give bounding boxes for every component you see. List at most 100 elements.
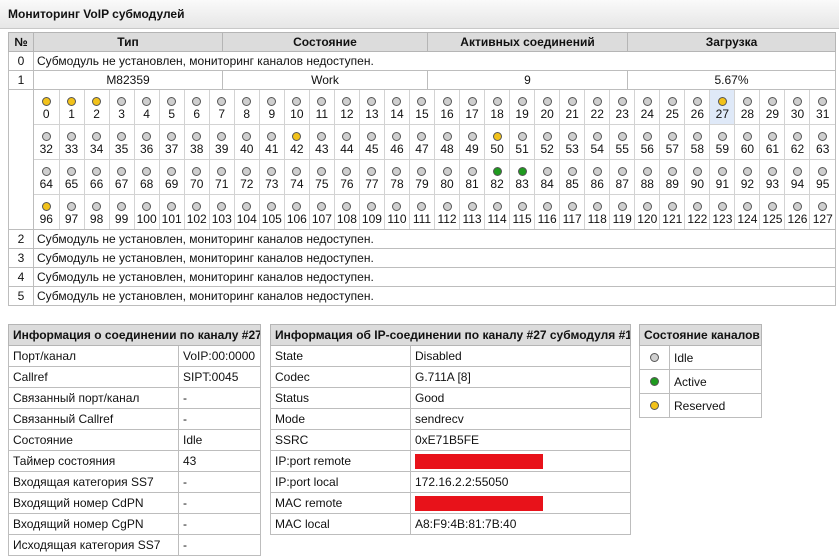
channel-cell[interactable]: 14 [384, 90, 410, 125]
channel-cell[interactable]: 123 [709, 194, 736, 229]
channel-cell[interactable]: 81 [459, 159, 486, 195]
channel-cell[interactable]: 74 [284, 159, 310, 195]
channel-38[interactable]: 38 [185, 129, 209, 156]
channel-59[interactable]: 59 [710, 129, 734, 156]
channel-9[interactable]: 9 [260, 94, 284, 121]
channel-cell[interactable]: 29 [759, 90, 786, 125]
channel-26[interactable]: 26 [685, 94, 709, 121]
channel-63[interactable]: 63 [810, 129, 835, 156]
channel-cell[interactable]: 13 [359, 90, 385, 125]
channel-12[interactable]: 12 [335, 94, 359, 121]
channel-75[interactable]: 75 [310, 164, 334, 191]
channel-cell[interactable]: 76 [334, 159, 360, 195]
channel-89[interactable]: 89 [660, 164, 684, 191]
channel-cell[interactable]: 15 [409, 90, 436, 125]
channel-60[interactable]: 60 [735, 129, 759, 156]
channel-cell[interactable]: 107 [309, 194, 335, 229]
channel-22[interactable]: 22 [585, 94, 609, 121]
channel-cell[interactable]: 92 [734, 159, 761, 195]
channel-90[interactable]: 90 [685, 164, 709, 191]
channel-81[interactable]: 81 [460, 164, 484, 191]
channel-cell[interactable]: 41 [259, 124, 285, 160]
channel-cell[interactable]: 19 [509, 90, 536, 125]
channel-cell[interactable]: 118 [584, 194, 611, 229]
channel-65[interactable]: 65 [60, 164, 84, 191]
channel-cell[interactable]: 77 [359, 159, 385, 195]
channel-24[interactable]: 24 [635, 94, 659, 121]
channel-cell[interactable]: 62 [784, 124, 811, 160]
channel-124[interactable]: 124 [735, 199, 759, 226]
channel-cell[interactable]: 20 [534, 90, 561, 125]
channel-cell[interactable]: 117 [559, 194, 586, 229]
channel-cell[interactable]: 53 [559, 124, 586, 160]
channel-cell[interactable]: 9 [259, 90, 285, 125]
channel-18[interactable]: 18 [485, 94, 509, 121]
channel-73[interactable]: 73 [260, 164, 284, 191]
channel-cell[interactable]: 75 [309, 159, 335, 195]
channel-cell[interactable]: 114 [484, 194, 511, 229]
channel-34[interactable]: 34 [85, 129, 109, 156]
channel-cell[interactable]: 120 [634, 194, 661, 229]
channel-92[interactable]: 92 [735, 164, 759, 191]
channel-97[interactable]: 97 [60, 199, 84, 226]
channel-cell[interactable]: 43 [309, 124, 335, 160]
channel-66[interactable]: 66 [85, 164, 109, 191]
channel-cell[interactable]: 94 [784, 159, 811, 195]
channel-98[interactable]: 98 [85, 199, 109, 226]
channel-40[interactable]: 40 [235, 129, 259, 156]
channel-cell[interactable]: 47 [409, 124, 436, 160]
channel-cell[interactable]: 22 [584, 90, 611, 125]
channel-cell[interactable]: 64 [34, 159, 60, 195]
channel-123[interactable]: 123 [710, 199, 734, 226]
channel-cell[interactable]: 16 [434, 90, 461, 125]
channel-cell[interactable]: 5 [159, 90, 185, 125]
channel-36[interactable]: 36 [135, 129, 159, 156]
channel-33[interactable]: 33 [60, 129, 84, 156]
channel-32[interactable]: 32 [34, 129, 59, 156]
channel-46[interactable]: 46 [385, 129, 409, 156]
channel-cell[interactable]: 73 [259, 159, 285, 195]
channel-cell[interactable]: 26 [684, 90, 711, 125]
channel-cell[interactable]: 6 [184, 90, 210, 125]
channel-7[interactable]: 7 [210, 94, 234, 121]
channel-4[interactable]: 4 [135, 94, 159, 121]
channel-cell[interactable]: 115 [509, 194, 536, 229]
channel-44[interactable]: 44 [335, 129, 359, 156]
channel-39[interactable]: 39 [210, 129, 234, 156]
channel-74[interactable]: 74 [285, 164, 309, 191]
channel-29[interactable]: 29 [760, 94, 784, 121]
channel-cell[interactable]: 17 [459, 90, 486, 125]
channel-5[interactable]: 5 [160, 94, 184, 121]
channel-6[interactable]: 6 [185, 94, 209, 121]
channel-42[interactable]: 42 [285, 129, 309, 156]
channel-cell[interactable]: 7 [209, 90, 235, 125]
channel-cell[interactable]: 58 [684, 124, 711, 160]
channel-cell[interactable]: 110 [384, 194, 410, 229]
channel-55[interactable]: 55 [610, 129, 634, 156]
channel-21[interactable]: 21 [560, 94, 584, 121]
channel-68[interactable]: 68 [135, 164, 159, 191]
channel-1[interactable]: 1 [60, 94, 84, 121]
channel-64[interactable]: 64 [34, 164, 59, 191]
channel-86[interactable]: 86 [585, 164, 609, 191]
channel-cell[interactable]: 121 [659, 194, 686, 229]
channel-113[interactable]: 113 [460, 199, 484, 226]
channel-121[interactable]: 121 [660, 199, 684, 226]
channel-71[interactable]: 71 [210, 164, 234, 191]
channel-3[interactable]: 3 [110, 94, 134, 121]
channel-116[interactable]: 116 [535, 199, 559, 226]
channel-cell[interactable]: 28 [734, 90, 761, 125]
channel-79[interactable]: 79 [410, 164, 434, 191]
channel-50[interactable]: 50 [485, 129, 509, 156]
channel-cell[interactable]: 119 [609, 194, 636, 229]
channel-96[interactable]: 96 [34, 199, 59, 226]
channel-cell[interactable]: 36 [134, 124, 160, 160]
channel-95[interactable]: 95 [810, 164, 835, 191]
channel-cell[interactable]: 31 [809, 90, 835, 125]
channel-cell[interactable]: 45 [359, 124, 385, 160]
channel-cell[interactable]: 98 [84, 194, 110, 229]
channel-cell[interactable]: 0 [34, 90, 60, 125]
channel-cell[interactable]: 4 [134, 90, 160, 125]
channel-cell[interactable]: 88 [634, 159, 661, 195]
channel-cell[interactable]: 96 [34, 194, 60, 229]
